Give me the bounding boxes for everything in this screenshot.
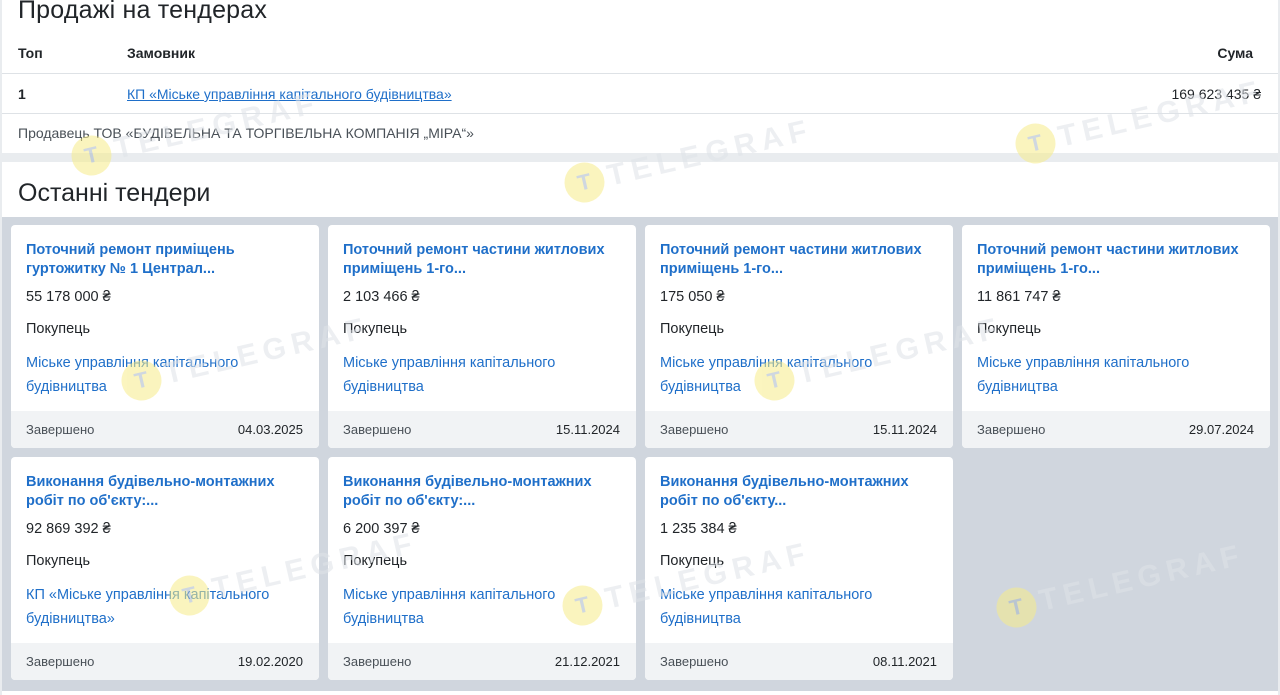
tender-sum: 55 178 000 ₴ xyxy=(26,289,111,305)
tender-card[interactable]: Поточний ремонт частини житлових приміще… xyxy=(645,225,953,448)
seller-text: Продавець ТОВ «БУДІВЕЛЬНА ТА ТОРГІВЕЛЬНА… xyxy=(18,125,474,141)
tender-date: 04.03.2025 xyxy=(237,422,303,437)
tender-title-link[interactable]: Поточний ремонт приміщень гуртожитку № 1… xyxy=(26,241,308,279)
tender-date: 29.07.2024 xyxy=(1188,422,1254,437)
tender-footer: Завершено 15.11.2024 xyxy=(645,411,953,448)
recent-title: Останні тендери xyxy=(18,179,211,207)
tender-footer: Завершено 08.11.2021 xyxy=(645,643,953,680)
tender-date: 19.02.2020 xyxy=(237,654,303,669)
table-row-divider xyxy=(2,113,1278,114)
tender-date: 21.12.2021 xyxy=(554,654,620,669)
tender-buyer-link[interactable]: Міське управління капітального будівницт… xyxy=(660,583,942,631)
tender-buyer-link[interactable]: Міське управління капітального будівницт… xyxy=(977,351,1259,399)
header-top: Топ xyxy=(18,45,43,61)
tender-date: 08.11.2021 xyxy=(872,654,937,669)
tender-role: Покупець xyxy=(343,553,408,569)
tender-status: Завершено xyxy=(26,654,95,669)
tender-date: 15.11.2024 xyxy=(872,422,937,437)
tender-footer: Завершено 19.02.2020 xyxy=(11,643,319,680)
tender-role: Покупець xyxy=(343,321,408,337)
tender-sum: 1 235 384 ₴ xyxy=(660,521,737,537)
tender-card[interactable]: Виконання будівельно-монтажних робіт по … xyxy=(11,457,319,680)
customer-link[interactable]: КП «Міське управління капітального будів… xyxy=(127,86,452,102)
tender-card[interactable]: Виконання будівельно-монтажних робіт по … xyxy=(328,457,636,680)
tender-buyer-link[interactable]: Міське управління капітального будівницт… xyxy=(26,351,308,399)
tender-card[interactable]: Поточний ремонт частини житлових приміще… xyxy=(328,225,636,448)
tender-status: Завершено xyxy=(343,422,412,437)
tender-role: Покупець xyxy=(977,321,1042,337)
tender-role: Покупець xyxy=(26,321,91,337)
tender-buyer-link[interactable]: Міське управління капітального будівницт… xyxy=(343,583,625,631)
tender-buyer-link[interactable]: Міське управління капітального будівницт… xyxy=(343,351,625,399)
tender-title-link[interactable]: Поточний ремонт частини житлових приміще… xyxy=(660,241,942,279)
tender-title-link[interactable]: Поточний ремонт частини житлових приміще… xyxy=(977,241,1259,279)
tender-footer: Завершено 21.12.2021 xyxy=(328,643,636,680)
tender-status: Завершено xyxy=(977,422,1046,437)
header-sum: Сума xyxy=(1217,45,1253,61)
tender-status: Завершено xyxy=(343,654,412,669)
tender-card[interactable]: Поточний ремонт частини житлових приміще… xyxy=(962,225,1270,448)
tender-sum: 92 869 392 ₴ xyxy=(26,521,111,537)
row-sum: 169 623 435 ₴ xyxy=(1171,86,1261,102)
tender-buyer-link[interactable]: Міське управління капітального будівницт… xyxy=(660,351,942,399)
row-rank: 1 xyxy=(18,86,26,102)
tender-date: 15.11.2024 xyxy=(555,422,620,437)
tender-sum: 11 861 747 ₴ xyxy=(977,289,1061,305)
tender-card[interactable]: Поточний ремонт приміщень гуртожитку № 1… xyxy=(11,225,319,448)
tender-status: Завершено xyxy=(660,422,729,437)
tender-title-link[interactable]: Виконання будівельно-монтажних робіт по … xyxy=(343,473,625,511)
tender-sum: 175 050 ₴ xyxy=(660,289,725,305)
table-header-divider xyxy=(2,73,1278,74)
tender-footer: Завершено 15.11.2024 xyxy=(328,411,636,448)
tender-role: Покупець xyxy=(660,321,725,337)
tender-title-link[interactable]: Поточний ремонт частини житлових приміще… xyxy=(343,241,625,279)
tender-card[interactable]: Виконання будівельно-монтажних робіт по … xyxy=(645,457,953,680)
tender-footer: Завершено 29.07.2024 xyxy=(962,411,1270,448)
tender-sum: 6 200 397 ₴ xyxy=(343,521,420,537)
tender-status: Завершено xyxy=(660,654,729,669)
tender-status: Завершено xyxy=(26,422,95,437)
tender-buyer-link[interactable]: КП «Міське управління капітального будів… xyxy=(26,583,308,631)
sales-title: Продажі на тендерах xyxy=(18,0,268,24)
tender-title-link[interactable]: Виконання будівельно-монтажних робіт по … xyxy=(26,473,308,511)
tender-role: Покупець xyxy=(660,553,725,569)
tender-footer: Завершено 04.03.2025 xyxy=(11,411,319,448)
tender-sum: 2 103 466 ₴ xyxy=(343,289,420,305)
header-customer: Замовник xyxy=(127,45,195,61)
tender-role: Покупець xyxy=(26,553,91,569)
tender-title-link[interactable]: Виконання будівельно-монтажних робіт по … xyxy=(660,473,942,511)
